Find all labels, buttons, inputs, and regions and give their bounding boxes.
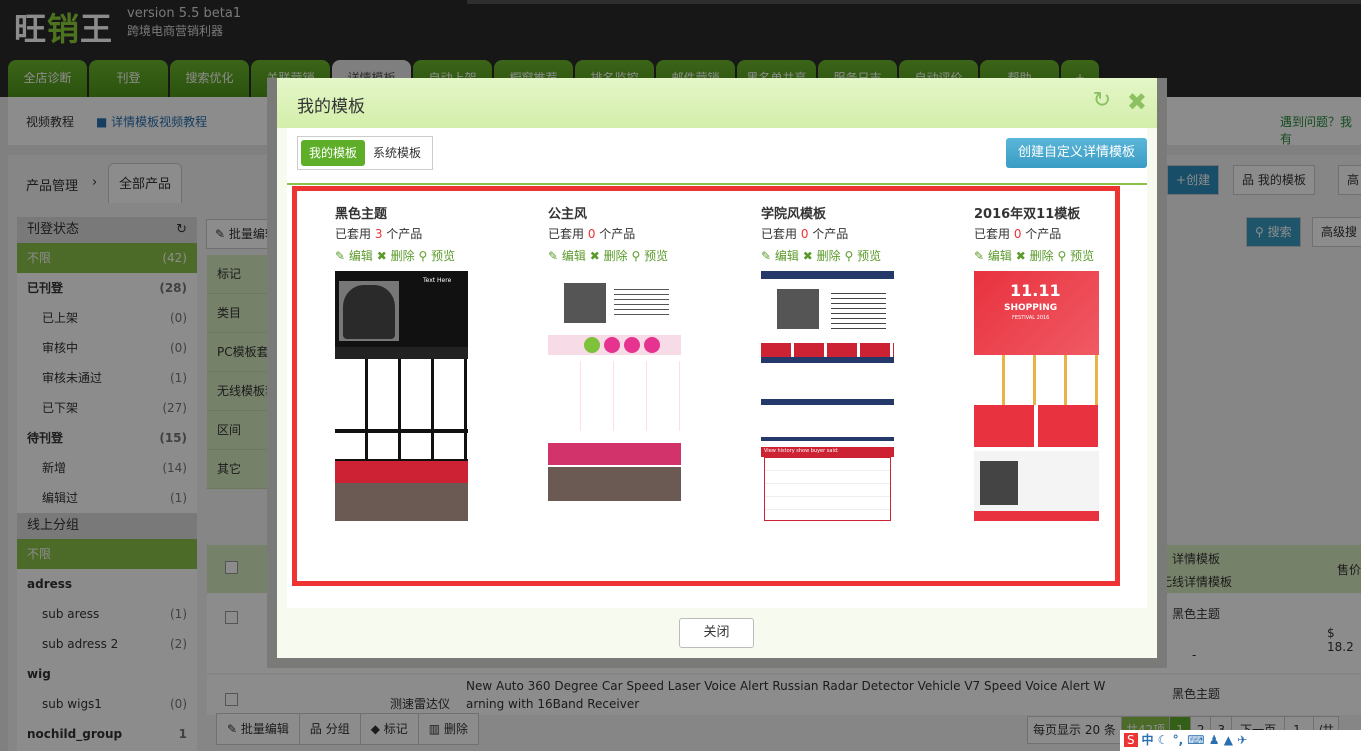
ime-toolbar[interactable]: S 中 ☾ °, ⌨ ♟ ▲ ✈: [1120, 730, 1361, 751]
search-icon: ⚲: [844, 249, 854, 263]
divider: [287, 183, 1147, 185]
delete-link[interactable]: ✖ 删除: [803, 249, 841, 263]
template-actions: ✎ 编辑 ✖ 删除 ⚲ 预览: [548, 247, 748, 269]
template-title: 2016年双11模板: [974, 207, 1081, 222]
template-grid: 黑色主题 已套用 3 个产品 ✎ 编辑 ✖ 删除 ⚲ 预览 Text Here 公主风已…: [292, 186, 1120, 586]
template-thumbnail[interactable]: 11.11 SHOPPING FESTIVAL 2016: [974, 271, 1107, 521]
edit-icon: ✎: [974, 249, 985, 263]
template-thumbnail[interactable]: Text Here: [335, 271, 468, 521]
dialog-body: 我的模板 系统模板 创建自定义详情模板 黑色主题已套用 3 个产品 ✎ 编辑 ✖ …: [287, 128, 1147, 608]
template-actions: ✎ 编辑 ✖ 删除 ⚲ 预览: [761, 247, 961, 269]
template-tabs: 我的模板 系统模板: [297, 136, 434, 170]
dialog-header: 我的模板 ↻ ✖: [277, 78, 1157, 128]
template-usage: 已套用 0 个产品: [974, 227, 1062, 241]
template-actions: ✎ 编辑 ✖ 删除 ⚲ 预览: [335, 247, 535, 269]
edit-link[interactable]: ✎ 编辑: [548, 249, 586, 263]
dialog-footer: 关闭: [277, 608, 1157, 658]
delete-link[interactable]: ✖ 删除: [377, 249, 415, 263]
x-icon: ✖: [802, 249, 813, 263]
delete-link[interactable]: ✖ 删除: [1016, 249, 1054, 263]
template-title: 黑色主题: [335, 207, 388, 222]
delete-link[interactable]: ✖ 删除: [590, 249, 628, 263]
close-button[interactable]: 关闭: [679, 618, 754, 648]
template-thumbnail[interactable]: View history show buyer said:: [761, 271, 894, 521]
edit-icon: ✎: [761, 249, 772, 263]
dialog-title: 我的模板: [297, 97, 365, 117]
template-title: 公主风: [548, 207, 588, 222]
tab-my-templates[interactable]: 我的模板: [301, 140, 366, 166]
search-icon: ⚲: [631, 249, 641, 263]
template-usage: 已套用 3 个产品: [335, 227, 423, 241]
edit-icon: ✎: [335, 249, 346, 263]
template-usage: 已套用 0 个产品: [548, 227, 636, 241]
template-card: 公主风已套用 0 个产品 ✎ 编辑 ✖ 删除 ⚲ 预览: [548, 203, 748, 521]
sogou-icon: S: [1124, 733, 1138, 747]
create-custom-template-button[interactable]: 创建自定义详情模板: [1005, 138, 1147, 168]
edit-link[interactable]: ✎ 编辑: [974, 249, 1012, 263]
template-card: 学院风模板 已套用 0 个产品 ✎ 编辑 ✖ 删除 ⚲ 预览 View history…: [761, 203, 961, 521]
x-icon: ✖: [589, 249, 600, 263]
tab-system-templates[interactable]: 系统模板: [365, 140, 429, 166]
template-card: 黑色主题 已套用 3 个产品 ✎ 编辑 ✖ 删除 ⚲ 预览 Text Here: [335, 203, 535, 521]
preview-link[interactable]: ⚲ 预览: [631, 249, 668, 263]
preview-link[interactable]: ⚲ 预览: [844, 249, 881, 263]
search-icon: ⚲: [418, 249, 428, 263]
template-card: 2016年双11模板 已套用 0 个产品 ✎ 编辑 ✖ 删除 ⚲ 预览 11.11 SH…: [974, 203, 1174, 521]
template-title: 学院风模板: [761, 207, 827, 222]
refresh-icon[interactable]: ↻: [1093, 88, 1111, 113]
edit-icon: ✎: [548, 249, 559, 263]
edit-link[interactable]: ✎ 编辑: [761, 249, 799, 263]
my-templates-dialog: 我的模板 ↻ ✖ 我的模板 系统模板 创建自定义详情模板 黑色主题已套用 3 个…: [267, 78, 1167, 668]
search-icon: ⚲: [1057, 249, 1067, 263]
preview-link[interactable]: ⚲ 预览: [418, 249, 455, 263]
edit-link[interactable]: ✎ 编辑: [335, 249, 373, 263]
template-usage: 已套用 0 个产品: [761, 227, 849, 241]
template-actions: ✎ 编辑 ✖ 删除 ⚲ 预览: [974, 247, 1174, 269]
close-icon[interactable]: ✖: [1127, 88, 1147, 116]
x-icon: ✖: [376, 249, 387, 263]
x-icon: ✖: [1015, 249, 1026, 263]
preview-link[interactable]: ⚲ 预览: [1057, 249, 1094, 263]
template-thumbnail[interactable]: [548, 271, 681, 521]
